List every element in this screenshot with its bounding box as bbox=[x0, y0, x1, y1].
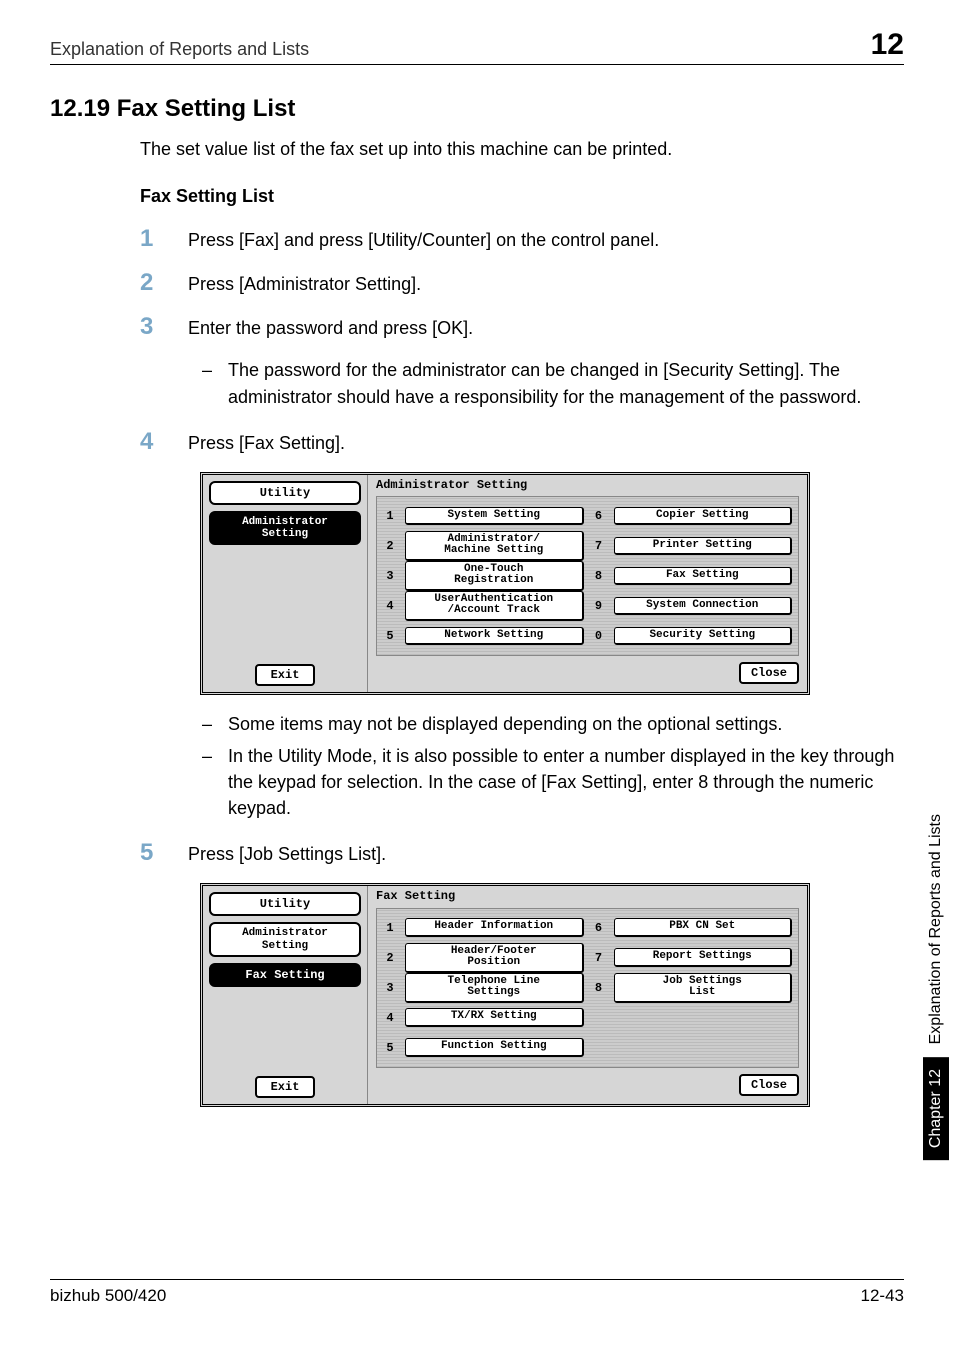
footer-model: bizhub 500/420 bbox=[50, 1286, 166, 1306]
page-footer: bizhub 500/420 12-43 bbox=[50, 1279, 904, 1306]
system-setting-button[interactable]: System Setting bbox=[405, 507, 584, 526]
grid-num: 7 bbox=[592, 951, 606, 965]
footer-page-num: 12-43 bbox=[861, 1286, 904, 1306]
tx-rx-setting-button[interactable]: TX/RX Setting bbox=[405, 1008, 584, 1027]
close-button[interactable]: Close bbox=[739, 662, 799, 684]
step-text: Press [Fax] and press [Utility/Counter] … bbox=[188, 227, 904, 253]
grid-num: 1 bbox=[383, 509, 397, 523]
header-info-button[interactable]: Header Information bbox=[405, 918, 584, 937]
panel-admin-setting: Utility Administrator Setting Exit Admin… bbox=[200, 472, 904, 695]
fax-grid: 1 Header Information 6 PBX CN Set 2 Head… bbox=[376, 908, 799, 1068]
dash-icon: – bbox=[202, 357, 212, 409]
close-button[interactable]: Close bbox=[739, 1074, 799, 1096]
step-4-notes: – Some items may not be displayed depend… bbox=[202, 711, 904, 821]
one-touch-reg-button[interactable]: One-Touch Registration bbox=[405, 561, 584, 591]
note-item: – In the Utility Mode, it is also possib… bbox=[202, 743, 904, 821]
chapter-tab-number: Chapter 12 bbox=[923, 1057, 949, 1160]
step-number: 5 bbox=[140, 839, 164, 867]
chapter-tab-label: Explanation of Reports and Lists bbox=[923, 802, 949, 1056]
exit-button[interactable]: Exit bbox=[255, 664, 316, 686]
telephone-line-button[interactable]: Telephone Line Settings bbox=[405, 973, 584, 1003]
grid-num: 6 bbox=[592, 921, 606, 935]
grid-num: 5 bbox=[383, 629, 397, 643]
admin-setting-button[interactable]: Administrator Setting bbox=[209, 922, 361, 956]
step-number: 2 bbox=[140, 269, 164, 297]
step-2: 2 Press [Administrator Setting]. bbox=[140, 269, 904, 297]
report-settings-button[interactable]: Report Settings bbox=[614, 948, 793, 967]
section-heading: 12.19 Fax Setting List bbox=[50, 95, 904, 123]
step-4: 4 Press [Fax Setting]. bbox=[140, 428, 904, 456]
header-footer-pos-button[interactable]: Header/Footer Position bbox=[405, 943, 584, 973]
network-setting-button[interactable]: Network Setting bbox=[405, 627, 584, 646]
function-setting-button[interactable]: Function Setting bbox=[405, 1038, 584, 1057]
grid-num: 8 bbox=[592, 569, 606, 583]
step-3: 3 Enter the password and press [OK]. bbox=[140, 313, 904, 341]
admin-setting-button[interactable]: Administrator Setting bbox=[209, 511, 361, 545]
dash-icon: – bbox=[202, 711, 212, 737]
panel-title: Administrator Setting bbox=[376, 479, 799, 492]
step-text: Press [Administrator Setting]. bbox=[188, 271, 904, 297]
user-auth-button[interactable]: UserAuthentication /Account Track bbox=[405, 591, 584, 621]
step-number: 4 bbox=[140, 428, 164, 456]
chapter-number: 12 bbox=[871, 30, 904, 60]
panel-fax-setting: Utility Administrator Setting Fax Settin… bbox=[200, 883, 904, 1106]
security-setting-button[interactable]: Security Setting bbox=[614, 627, 793, 646]
step-number: 1 bbox=[140, 225, 164, 253]
printer-setting-button[interactable]: Printer Setting bbox=[614, 537, 793, 556]
header-title: Explanation of Reports and Lists bbox=[50, 39, 309, 60]
grid-num: 5 bbox=[383, 1041, 397, 1055]
grid-num: 7 bbox=[592, 539, 606, 553]
page-header: Explanation of Reports and Lists 12 bbox=[50, 30, 904, 65]
admin-grid: 1 System Setting 6 Copier Setting 2 Admi… bbox=[376, 496, 799, 656]
step-text: Press [Fax Setting]. bbox=[188, 430, 904, 456]
grid-num: 3 bbox=[383, 569, 397, 583]
admin-machine-setting-button[interactable]: Administrator/ Machine Setting bbox=[405, 531, 584, 561]
note-text: In the Utility Mode, it is also possible… bbox=[228, 743, 904, 821]
sub-heading: Fax Setting List bbox=[140, 186, 904, 207]
job-settings-list-button[interactable]: Job Settings List bbox=[614, 973, 793, 1003]
copier-setting-button[interactable]: Copier Setting bbox=[614, 507, 793, 526]
grid-num: 3 bbox=[383, 981, 397, 995]
chapter-tab: Explanation of Reports and Lists Chapter… bbox=[918, 700, 954, 1160]
step-1: 1 Press [Fax] and press [Utility/Counter… bbox=[140, 225, 904, 253]
panel-title: Fax Setting bbox=[376, 890, 799, 903]
grid-num: 2 bbox=[383, 951, 397, 965]
pbx-cn-set-button[interactable]: PBX CN Set bbox=[614, 918, 793, 937]
grid-num: 8 bbox=[592, 981, 606, 995]
grid-num: 0 bbox=[592, 629, 606, 643]
fax-setting-button[interactable]: Fax Setting bbox=[209, 963, 361, 987]
note-item: – Some items may not be displayed depend… bbox=[202, 711, 904, 737]
grid-num: 4 bbox=[383, 1011, 397, 1025]
step-text: Enter the password and press [OK]. bbox=[188, 315, 904, 341]
grid-num: 4 bbox=[383, 599, 397, 613]
grid-num: 2 bbox=[383, 539, 397, 553]
exit-button[interactable]: Exit bbox=[255, 1076, 316, 1098]
step-5: 5 Press [Job Settings List]. bbox=[140, 839, 904, 867]
system-connection-button[interactable]: System Connection bbox=[614, 597, 793, 616]
intro-text: The set value list of the fax set up int… bbox=[140, 137, 904, 162]
utility-button[interactable]: Utility bbox=[209, 481, 361, 505]
utility-button[interactable]: Utility bbox=[209, 892, 361, 916]
note-text: The password for the administrator can b… bbox=[228, 357, 904, 409]
grid-num: 1 bbox=[383, 921, 397, 935]
grid-num: 6 bbox=[592, 509, 606, 523]
note-item: – The password for the administrator can… bbox=[202, 357, 904, 409]
step-3-notes: – The password for the administrator can… bbox=[202, 357, 904, 409]
fax-setting-button[interactable]: Fax Setting bbox=[614, 567, 793, 586]
grid-num: 9 bbox=[592, 599, 606, 613]
step-text: Press [Job Settings List]. bbox=[188, 841, 904, 867]
step-number: 3 bbox=[140, 313, 164, 341]
note-text: Some items may not be displayed dependin… bbox=[228, 711, 904, 737]
dash-icon: – bbox=[202, 743, 212, 821]
